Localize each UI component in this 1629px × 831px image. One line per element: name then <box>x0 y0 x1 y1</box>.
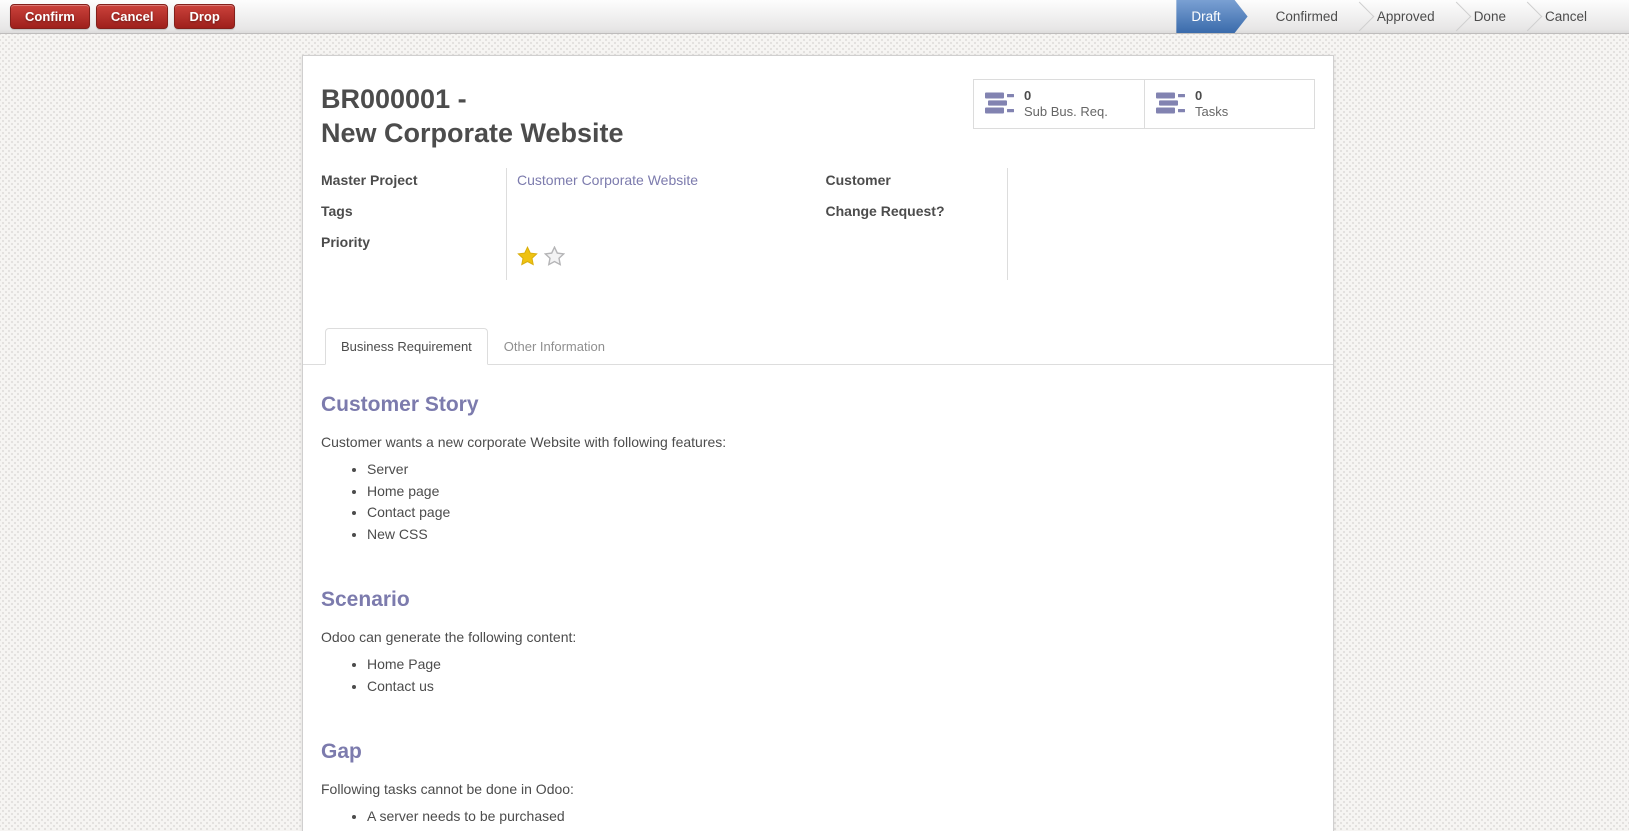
record-name: New Corporate Website <box>321 118 624 148</box>
statusbar-step-confirmed[interactable]: Confirmed <box>1256 0 1358 33</box>
list-bars-icon <box>984 90 1015 119</box>
gap-list: A server needs to be purchased A CSS sho… <box>321 806 1315 831</box>
section-heading-customer-story: Customer Story <box>321 393 479 416</box>
customer-story-intro: Customer wants a new corporate Website w… <box>321 434 727 450</box>
tasks-count: 0 <box>1195 88 1203 103</box>
action-buttons: Confirm Cancel Drop <box>0 4 235 29</box>
field-label-customer: Customer <box>825 172 891 188</box>
top-toolbar: Confirm Cancel Drop Draft Confirmed Appr… <box>0 0 1629 34</box>
list-item: Contact page <box>367 502 1315 524</box>
list-item: Server <box>367 459 1315 481</box>
stat-button-tasks[interactable]: 0 Tasks <box>1144 80 1314 128</box>
list-item: Home Page <box>367 654 1315 676</box>
notebook: Business Requirement Other Information C… <box>303 328 1333 831</box>
scenario-list: Home Page Contact us <box>321 654 1315 697</box>
tab-page-business-requirement: Customer Story Customer wants a new corp… <box>321 392 1315 831</box>
confirm-button[interactable]: Confirm <box>10 4 90 29</box>
list-item: New CSS <box>367 524 1315 546</box>
section-heading-scenario: Scenario <box>321 588 410 611</box>
stat-buttons: 0 Sub Bus. Req. 0 Tasks <box>973 79 1315 129</box>
field-label-priority: Priority <box>321 234 371 250</box>
list-bars-icon <box>1155 90 1186 119</box>
group-separator <box>1006 168 1008 280</box>
field-group-right: Customer Change Request? <box>826 166 1316 280</box>
sub-business-req-count: 0 <box>1024 88 1032 103</box>
tab-business-requirement[interactable]: Business Requirement <box>325 328 488 365</box>
list-item: A CSS should be discussed by the designe… <box>367 828 1315 831</box>
stat-button-sub-business-requirements[interactable]: 0 Sub Bus. Req. <box>974 80 1144 128</box>
drop-button[interactable]: Drop <box>174 4 235 29</box>
page-title: BR000001 - New Corporate Website <box>321 82 624 150</box>
gap-intro: Following tasks cannot be done in Odoo: <box>321 781 574 797</box>
tab-bar: Business Requirement Other Information <box>303 328 1333 365</box>
form-sheet: BR000001 - New Corporate Website 0 Sub B… <box>302 55 1334 831</box>
tasks-label: Tasks <box>1195 104 1229 119</box>
field-groups: Master Project Customer Corporate Websit… <box>321 166 1315 280</box>
list-item: A server needs to be purchased <box>367 806 1315 828</box>
section-heading-gap: Gap <box>321 740 362 763</box>
statusbar: Draft Confirmed Approved Done Cancel <box>1176 0 1629 33</box>
star-filled-icon[interactable] <box>517 246 538 266</box>
cancel-button[interactable]: Cancel <box>95 4 169 29</box>
star-empty-icon[interactable] <box>544 246 565 266</box>
field-label-change-request: Change Request? <box>825 203 945 219</box>
customer-story-list: Server Home page Contact page New CSS <box>321 459 1315 545</box>
statusbar-step-draft[interactable]: Draft <box>1176 0 1247 33</box>
customer-field[interactable] <box>1007 166 1316 197</box>
scenario-intro: Odoo can generate the following content: <box>321 629 577 645</box>
tags-field[interactable] <box>506 197 811 228</box>
list-item: Contact us <box>367 676 1315 698</box>
sub-business-req-label: Sub Bus. Req. <box>1024 104 1108 119</box>
field-label-master-project: Master Project <box>321 172 418 188</box>
field-group-left: Master Project Customer Corporate Websit… <box>321 166 811 280</box>
group-separator <box>506 168 507 280</box>
record-reference: BR000001 - <box>321 84 467 114</box>
list-item: Home page <box>367 481 1315 503</box>
tab-other-information[interactable]: Other Information <box>488 328 621 365</box>
content-area: BR000001 - New Corporate Website 0 Sub B… <box>0 34 1629 831</box>
field-label-tags: Tags <box>321 203 353 219</box>
master-project-link[interactable]: Customer Corporate Website <box>517 172 698 188</box>
sheet-header: BR000001 - New Corporate Website 0 Sub B… <box>321 76 1315 150</box>
priority-widget[interactable] <box>517 246 811 266</box>
